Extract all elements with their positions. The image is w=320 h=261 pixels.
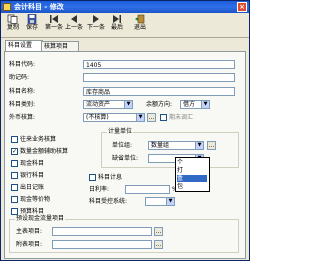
- unit-group-lookup-button[interactable]: …: [207, 141, 216, 150]
- save-button[interactable]: 保存: [23, 14, 41, 36]
- name-input[interactable]: 库存商品: [83, 87, 235, 96]
- copy-icon: [7, 14, 19, 24]
- check-label-ar-ap: 往来业务核算: [20, 136, 57, 143]
- check-label-quantity: 数量金额辅助核算: [20, 148, 69, 155]
- main-item-input[interactable]: [52, 227, 152, 236]
- cash-flow-group-title: 预设现金流量项目: [15, 215, 66, 223]
- unit-group-value: 数量组: [151, 142, 170, 149]
- checkbox-cash-equiv[interactable]: [11, 196, 18, 203]
- daily-rate-input[interactable]: [125, 185, 170, 194]
- last-icon: [111, 14, 123, 24]
- category-select[interactable]: 流动资产 ▼: [83, 100, 133, 109]
- dropdown-item[interactable]: 包: [177, 183, 207, 190]
- helper-label: 助记码:: [9, 74, 30, 81]
- next-icon: [90, 14, 102, 24]
- name-label: 科目名称:: [9, 88, 36, 95]
- sub-item-input[interactable]: [52, 240, 152, 249]
- fx-lookup-button[interactable]: …: [147, 113, 156, 122]
- fx-label: 外币核算:: [9, 114, 36, 121]
- account-edit-window: 会计科目 - 修改 × 复制 保存 第一条 上一条 下一条 最后 退出 科目设置…: [0, 0, 250, 261]
- helper-input[interactable]: [83, 73, 235, 82]
- exit-button[interactable]: 退出: [131, 14, 149, 36]
- chevron-down-icon: ▼: [201, 101, 209, 108]
- chevron-down-icon: ▼: [166, 198, 174, 205]
- first-button[interactable]: 第一条: [45, 14, 63, 36]
- check-label-cash: 现金科目: [20, 160, 45, 167]
- dropdown-item[interactable]: 打: [177, 167, 207, 174]
- daily-rate-label: 日利率:: [89, 186, 110, 193]
- control-system-select[interactable]: ▼: [145, 197, 175, 206]
- category-label: 科目类别:: [9, 101, 36, 108]
- dropdown-item[interactable]: 盒: [177, 175, 207, 182]
- period-adjust-label: 期末调汇: [169, 114, 194, 121]
- sub-item-label: 附表项目:: [16, 241, 43, 248]
- checkbox-budget[interactable]: [11, 208, 18, 215]
- sub-item-lookup-button[interactable]: …: [154, 240, 163, 249]
- title-bar[interactable]: 会计科目 - 修改 ×: [1, 1, 249, 13]
- period-adjust-checkbox[interactable]: [160, 114, 167, 121]
- window-title: 会计科目 - 修改: [14, 3, 64, 11]
- interest-label: 科目计息: [98, 174, 123, 181]
- checkbox-cash[interactable]: [11, 160, 18, 167]
- app-icon: [3, 3, 11, 11]
- balance-value: 借方: [183, 101, 196, 108]
- settings-panel: 科目代码: 1405 助记码: 科目名称: 库存商品 科目类别: 流动资产 ▼ …: [4, 51, 246, 259]
- main-item-label: 主表项目:: [16, 228, 43, 235]
- prev-button[interactable]: 上一条: [64, 14, 84, 36]
- close-button[interactable]: ×: [237, 2, 247, 12]
- exit-icon: [134, 14, 146, 24]
- default-unit-dropdown-list: 个 打 盒 包: [175, 157, 210, 192]
- checkbox-bank[interactable]: [11, 172, 18, 179]
- control-system-label: 科目受控系统:: [89, 198, 128, 205]
- dropdown-item[interactable]: 个: [177, 159, 207, 166]
- unit-group-label: 单位组:: [112, 142, 133, 149]
- checkbox-journal[interactable]: [11, 184, 18, 191]
- check-label-journal: 出日记账: [20, 184, 45, 191]
- checkbox-ar-ap[interactable]: [11, 136, 18, 143]
- checkbox-quantity[interactable]: ✓: [11, 148, 18, 155]
- check-label-bank: 银行科目: [20, 172, 45, 179]
- first-icon: [48, 14, 60, 24]
- save-icon: [26, 14, 38, 24]
- main-item-lookup-button[interactable]: …: [154, 227, 163, 236]
- chevron-down-icon: ▼: [136, 114, 144, 121]
- copy-button[interactable]: 复制: [4, 14, 22, 36]
- checkbox-interest[interactable]: [89, 174, 96, 181]
- unit-group-select[interactable]: 数量组 ▼: [148, 141, 204, 150]
- fx-select[interactable]: (不核算) ▼: [83, 113, 145, 122]
- code-input[interactable]: 1405: [83, 60, 235, 69]
- chevron-down-icon: ▼: [195, 142, 203, 149]
- category-value: 流动资产: [86, 101, 111, 108]
- toolbar: 复制 保存 第一条 上一条 下一条 最后 退出: [1, 13, 249, 38]
- last-button[interactable]: 最后: [108, 14, 126, 36]
- default-unit-label: 缺省单位:: [112, 155, 139, 162]
- next-button[interactable]: 下一条: [86, 14, 106, 36]
- cash-flow-group: 预设现金流量项目 主表项目: … 附表项目: …: [9, 215, 239, 253]
- balance-select[interactable]: 借方 ▼: [180, 100, 210, 109]
- unit-group: 计量单位 单位组: 数量组 ▼ … 缺省单位: ▼: [101, 128, 239, 168]
- chevron-down-icon: ▼: [124, 101, 132, 108]
- code-label: 科目代码:: [9, 61, 36, 68]
- check-label-cash-equiv: 现金等价物: [20, 196, 51, 203]
- fx-value: (不核算): [86, 114, 109, 121]
- prev-icon: [68, 14, 80, 24]
- balance-label: 余额方向:: [146, 101, 173, 108]
- unit-group-title: 计量单位: [107, 128, 134, 136]
